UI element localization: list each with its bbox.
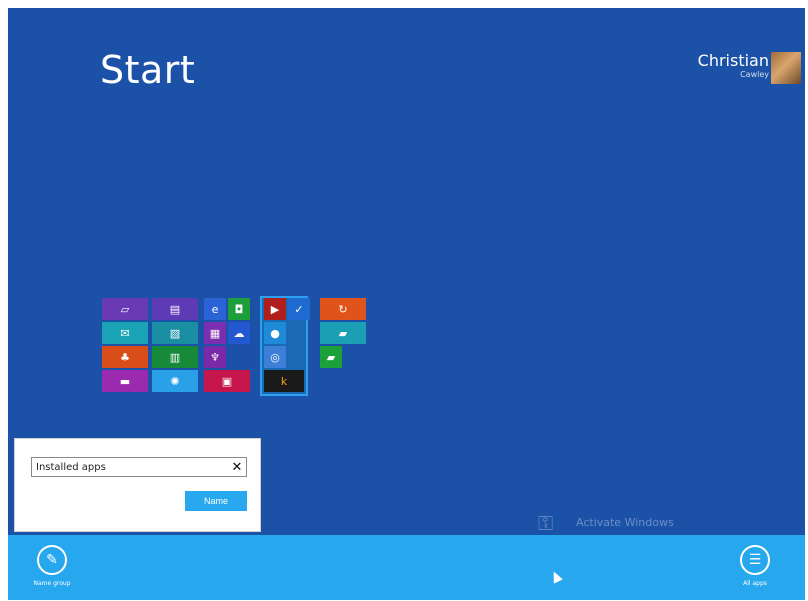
all-apps-button[interactable]: ☰ All apps bbox=[725, 545, 785, 587]
tile-reader[interactable]: ▣ bbox=[204, 370, 250, 392]
tile-camera[interactable]: ▰ bbox=[320, 322, 366, 344]
tile-trophy-icon: ♆ bbox=[210, 350, 220, 364]
tile-skype-icon: ● bbox=[270, 326, 280, 340]
tile-skype[interactable]: ● bbox=[264, 322, 286, 344]
tile-app-k[interactable]: k bbox=[264, 370, 304, 392]
start-title: Start bbox=[100, 48, 196, 92]
app-bar: ✎ Name group ☰ All apps bbox=[8, 535, 805, 600]
tile-photos[interactable]: ▱ bbox=[102, 298, 148, 320]
tile-ie[interactable]: e bbox=[204, 298, 226, 320]
tile-people[interactable]: ▦ bbox=[204, 322, 226, 344]
tile-finance[interactable]: ▥ bbox=[152, 346, 198, 368]
tile-sync-icon: ↻ bbox=[338, 302, 348, 316]
tile-games[interactable]: ▰ bbox=[320, 346, 342, 368]
tile-people2-icon: ♣ bbox=[120, 350, 130, 364]
tile-finance-icon: ▥ bbox=[169, 350, 181, 364]
key-icon: ⚿ bbox=[538, 511, 554, 535]
tile-mail[interactable]: ✉ bbox=[102, 322, 148, 344]
tile-news[interactable]: ▤ bbox=[152, 298, 198, 320]
user-account[interactable]: Christian Cawley bbox=[697, 51, 769, 80]
tile-check-icon: ✓ bbox=[294, 302, 304, 316]
tile-skydrive[interactable]: ☁ bbox=[228, 322, 250, 344]
user-subtitle: Cawley bbox=[740, 70, 769, 79]
tile-store[interactable]: ◘ bbox=[228, 298, 250, 320]
tile-news-icon: ▤ bbox=[169, 302, 181, 316]
clear-input-button[interactable]: ✕ bbox=[227, 457, 247, 477]
tile-chrome-icon: ◎ bbox=[270, 350, 280, 364]
activate-windows-watermark: Activate Windows bbox=[576, 516, 674, 529]
tile-games-icon: ▰ bbox=[326, 350, 336, 364]
avatar[interactable] bbox=[771, 52, 801, 84]
name-button[interactable]: Name bbox=[185, 491, 247, 511]
list-icon: ☰ bbox=[740, 545, 770, 575]
tile-photos2-icon: ▨ bbox=[169, 326, 181, 340]
tile-app-k-icon: k bbox=[280, 374, 288, 388]
tile-ie-icon: e bbox=[211, 302, 219, 316]
name-group-button[interactable]: ✎ Name group bbox=[22, 545, 82, 587]
tile-people-icon: ▦ bbox=[209, 326, 221, 340]
tile-skydrive-icon: ☁ bbox=[233, 326, 245, 340]
tile-people2[interactable]: ♣ bbox=[102, 346, 148, 368]
user-name: Christian bbox=[697, 51, 769, 70]
tile-reader-icon: ▣ bbox=[221, 374, 233, 388]
name-group-label: Name group bbox=[33, 580, 71, 587]
tile-check[interactable]: ✓ bbox=[288, 298, 310, 320]
tile-camera-icon: ▰ bbox=[338, 326, 348, 340]
tile-mail-icon: ✉ bbox=[120, 326, 130, 340]
all-apps-label: All apps bbox=[743, 580, 767, 587]
tile-store-icon: ◘ bbox=[234, 302, 244, 316]
tile-sync[interactable]: ↻ bbox=[320, 298, 366, 320]
group-name-input[interactable] bbox=[31, 457, 247, 477]
tile-weather-icon: ✺ bbox=[170, 374, 180, 388]
tile-chrome[interactable]: ◎ bbox=[264, 346, 286, 368]
start-screen: Start Christian Cawley ▱ ▤ e ◘ ✉ ▨ ▦ ☁ ♣ ▥ ♆ ▬ ✺ ▣ ▶ ✓ ●… bbox=[8, 8, 805, 600]
name-group-dialog: ✕ Name bbox=[14, 438, 261, 532]
tile-weather[interactable]: ✺ bbox=[152, 370, 198, 392]
pencil-icon: ✎ bbox=[37, 545, 67, 575]
tile-messaging-icon: ▬ bbox=[119, 374, 131, 388]
tile-messaging[interactable]: ▬ bbox=[102, 370, 148, 392]
tile-photos-icon: ▱ bbox=[120, 302, 130, 316]
tile-video-icon: ▶ bbox=[270, 302, 280, 316]
tile-video[interactable]: ▶ bbox=[264, 298, 286, 320]
tile-trophy[interactable]: ♆ bbox=[204, 346, 226, 368]
tile-photos2[interactable]: ▨ bbox=[152, 322, 198, 344]
